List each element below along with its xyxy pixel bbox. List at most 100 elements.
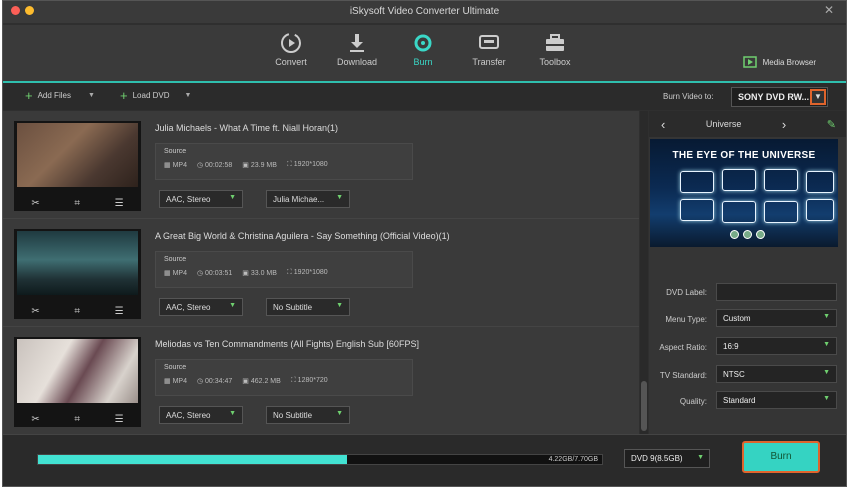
subtitle-select[interactable]: No Subtitle ▼ — [266, 298, 350, 316]
chevron-right-icon[interactable]: › — [782, 117, 786, 132]
template-preview-title: THE EYE OF THE UNIVERSE — [672, 150, 816, 161]
add-files-label: Add Files — [37, 91, 71, 100]
quality-row: Quality: Standard ▼ — [654, 390, 844, 412]
disc-usage-fill — [38, 455, 348, 464]
resolution-value: ⛶ 1920*1080 — [286, 161, 328, 168]
audio-track-select[interactable]: AAC, Stereo ▼ — [159, 298, 243, 316]
chevron-down-icon[interactable]: ▼ — [88, 92, 95, 99]
media-browser-button[interactable]: Media Browser — [742, 56, 816, 68]
crop-icon[interactable]: ⌗ — [74, 198, 80, 209]
quality-select[interactable]: Standard ▼ — [716, 391, 837, 409]
crop-icon[interactable]: ⌗ — [74, 306, 80, 317]
effects-icon[interactable]: ☰ — [115, 198, 124, 209]
crop-icon[interactable]: ⌗ — [74, 414, 80, 425]
chevron-down-icon: ▼ — [336, 194, 343, 201]
tab-label: Toolbox — [539, 57, 571, 67]
audio-value: AAC, Stereo — [166, 195, 211, 204]
menu-thumb-frame — [806, 171, 834, 193]
scrollbar-thumb[interactable] — [641, 381, 647, 431]
burn-destination-value: SONY DVD RW... — [738, 92, 810, 102]
tv-standard-select[interactable]: NTSC ▼ — [716, 365, 837, 383]
burn-destination-select[interactable]: SONY DVD RW... ▼ — [731, 87, 828, 107]
list-scrollbar[interactable] — [640, 111, 648, 434]
audio-track-select[interactable]: AAC, Stereo ▼ — [159, 190, 243, 208]
aspect-ratio-select[interactable]: 16:9 ▼ — [716, 337, 837, 355]
chevron-left-icon[interactable]: ‹ — [661, 117, 665, 132]
chevron-down-icon[interactable]: ▼ — [185, 92, 192, 99]
subtitle-value: Julia Michae... — [273, 195, 325, 204]
menu-type-label: Menu Type: — [665, 314, 707, 324]
disc-type-select[interactable]: DVD 9(8.5GB) ▼ — [624, 449, 710, 468]
disc-usage-text: 4.22GB/7.70GB — [548, 456, 598, 463]
tab-label: Transfer — [472, 57, 506, 67]
audio-track-select[interactable]: AAC, Stereo ▼ — [159, 406, 243, 424]
list-item[interactable]: ✂ ⌗ ☰ A Great Big World & Christina Aguile… — [3, 219, 639, 327]
burn-button[interactable]: Burn — [742, 441, 820, 473]
window-title: iSkysoft Video Converter Ultimate — [349, 6, 500, 17]
list-item[interactable]: ✂ ⌗ ☰ Julia Michaels - What A Time ft. Nia… — [3, 111, 639, 219]
edit-template-icon[interactable]: ✎ — [827, 118, 836, 131]
format-value: ▦ MP4 — [164, 162, 187, 169]
tab-toolbox[interactable]: Toolbox — [525, 29, 585, 67]
subtitle-select[interactable]: Julia Michae... ▼ — [266, 190, 350, 208]
template-preview[interactable]: THE EYE OF THE UNIVERSE — [650, 139, 838, 247]
load-dvd-button[interactable]: + Load DVD ▼ — [120, 89, 192, 102]
video-thumbnail[interactable]: ✂ ⌗ ☰ — [14, 229, 141, 319]
tab-label: Convert — [275, 57, 307, 67]
thumbnail-image — [17, 123, 138, 187]
add-files-button[interactable]: + Add Files ▼ — [25, 87, 95, 103]
video-thumbnail[interactable]: ✂ ⌗ ☰ — [14, 337, 141, 427]
list-item[interactable]: ✂ ⌗ ☰ Meliodas vs Ten Commandments (All Fi… — [3, 327, 639, 435]
menu-thumb-frame — [764, 201, 798, 223]
chevron-down-icon: ▼ — [697, 454, 704, 461]
edit-tools: ✂ ⌗ ☰ — [14, 414, 141, 425]
trim-icon[interactable]: ✂ — [31, 198, 39, 209]
plus-icon: + — [25, 87, 33, 103]
tab-download[interactable]: Download — [327, 29, 387, 67]
film-icon: ▦ — [164, 378, 173, 385]
chevron-down-icon: ▼ — [229, 410, 236, 417]
subtitle-select[interactable]: No Subtitle ▼ — [266, 406, 350, 424]
load-dvd-label: Load DVD — [132, 91, 170, 100]
effects-icon[interactable]: ☰ — [115, 414, 124, 425]
transfer-icon — [459, 29, 519, 57]
disc-type-value: DVD 9(8.5GB) — [631, 454, 683, 463]
size-value: ▣ 462.2 MB — [242, 378, 281, 385]
chevron-down-icon: ▼ — [823, 313, 830, 320]
minimize-dot-icon[interactable] — [25, 6, 34, 15]
tv-standard-label: TV Standard: — [659, 370, 707, 380]
effects-icon[interactable]: ☰ — [115, 306, 124, 317]
tab-burn[interactable]: Burn — [393, 29, 453, 67]
file-icon: ▣ — [242, 378, 251, 385]
resolution-icon: ⛶ — [286, 269, 294, 276]
close-icon[interactable]: ✕ — [824, 3, 834, 17]
tab-transfer[interactable]: Transfer — [459, 29, 519, 67]
menu-type-select[interactable]: Custom ▼ — [716, 309, 837, 327]
menu-type-value: Custom — [723, 314, 751, 323]
menu-thumb-frame — [680, 199, 714, 221]
media-browser-icon — [742, 56, 757, 68]
chevron-down-icon[interactable]: ▼ — [810, 89, 826, 105]
close-dot-icon[interactable] — [11, 6, 20, 15]
thumbnail-image — [17, 231, 138, 295]
main-tabs: Convert Download Burn Transfer Toolbox M… — [3, 25, 846, 81]
source-info: Source ▦ MP4 ◷ 00:02:58 ▣ 23.9 MB ⛶ 1920… — [155, 143, 413, 180]
menu-type-row: Menu Type: Custom ▼ — [654, 308, 844, 330]
menu-thumb-frame — [680, 171, 714, 193]
chevron-down-icon: ▼ — [823, 369, 830, 376]
trim-icon[interactable]: ✂ — [31, 414, 39, 425]
quality-label: Quality: — [679, 396, 707, 406]
resolution-value: ⛶ 1920*1080 — [286, 269, 328, 276]
dvd-label-input[interactable] — [716, 283, 837, 301]
template-nav: ‹ Universe › ✎ — [649, 111, 846, 137]
video-title: Meliodas vs Ten Commandments (All Fights… — [155, 339, 419, 349]
menu-nav-icon — [756, 230, 765, 239]
chevron-down-icon: ▼ — [229, 302, 236, 309]
video-thumbnail[interactable]: ✂ ⌗ ☰ — [14, 121, 141, 211]
tab-convert[interactable]: Convert — [261, 29, 321, 67]
dvd-settings-panel: ‹ Universe › ✎ THE EYE OF THE UNIVERSE D… — [649, 111, 846, 434]
trim-icon[interactable]: ✂ — [31, 306, 39, 317]
chevron-down-icon: ▼ — [229, 194, 236, 201]
duration-value: ◷ 00:03:51 — [196, 270, 233, 277]
toolbar: + Add Files ▼ + Load DVD ▼ Burn Video to… — [3, 81, 846, 110]
